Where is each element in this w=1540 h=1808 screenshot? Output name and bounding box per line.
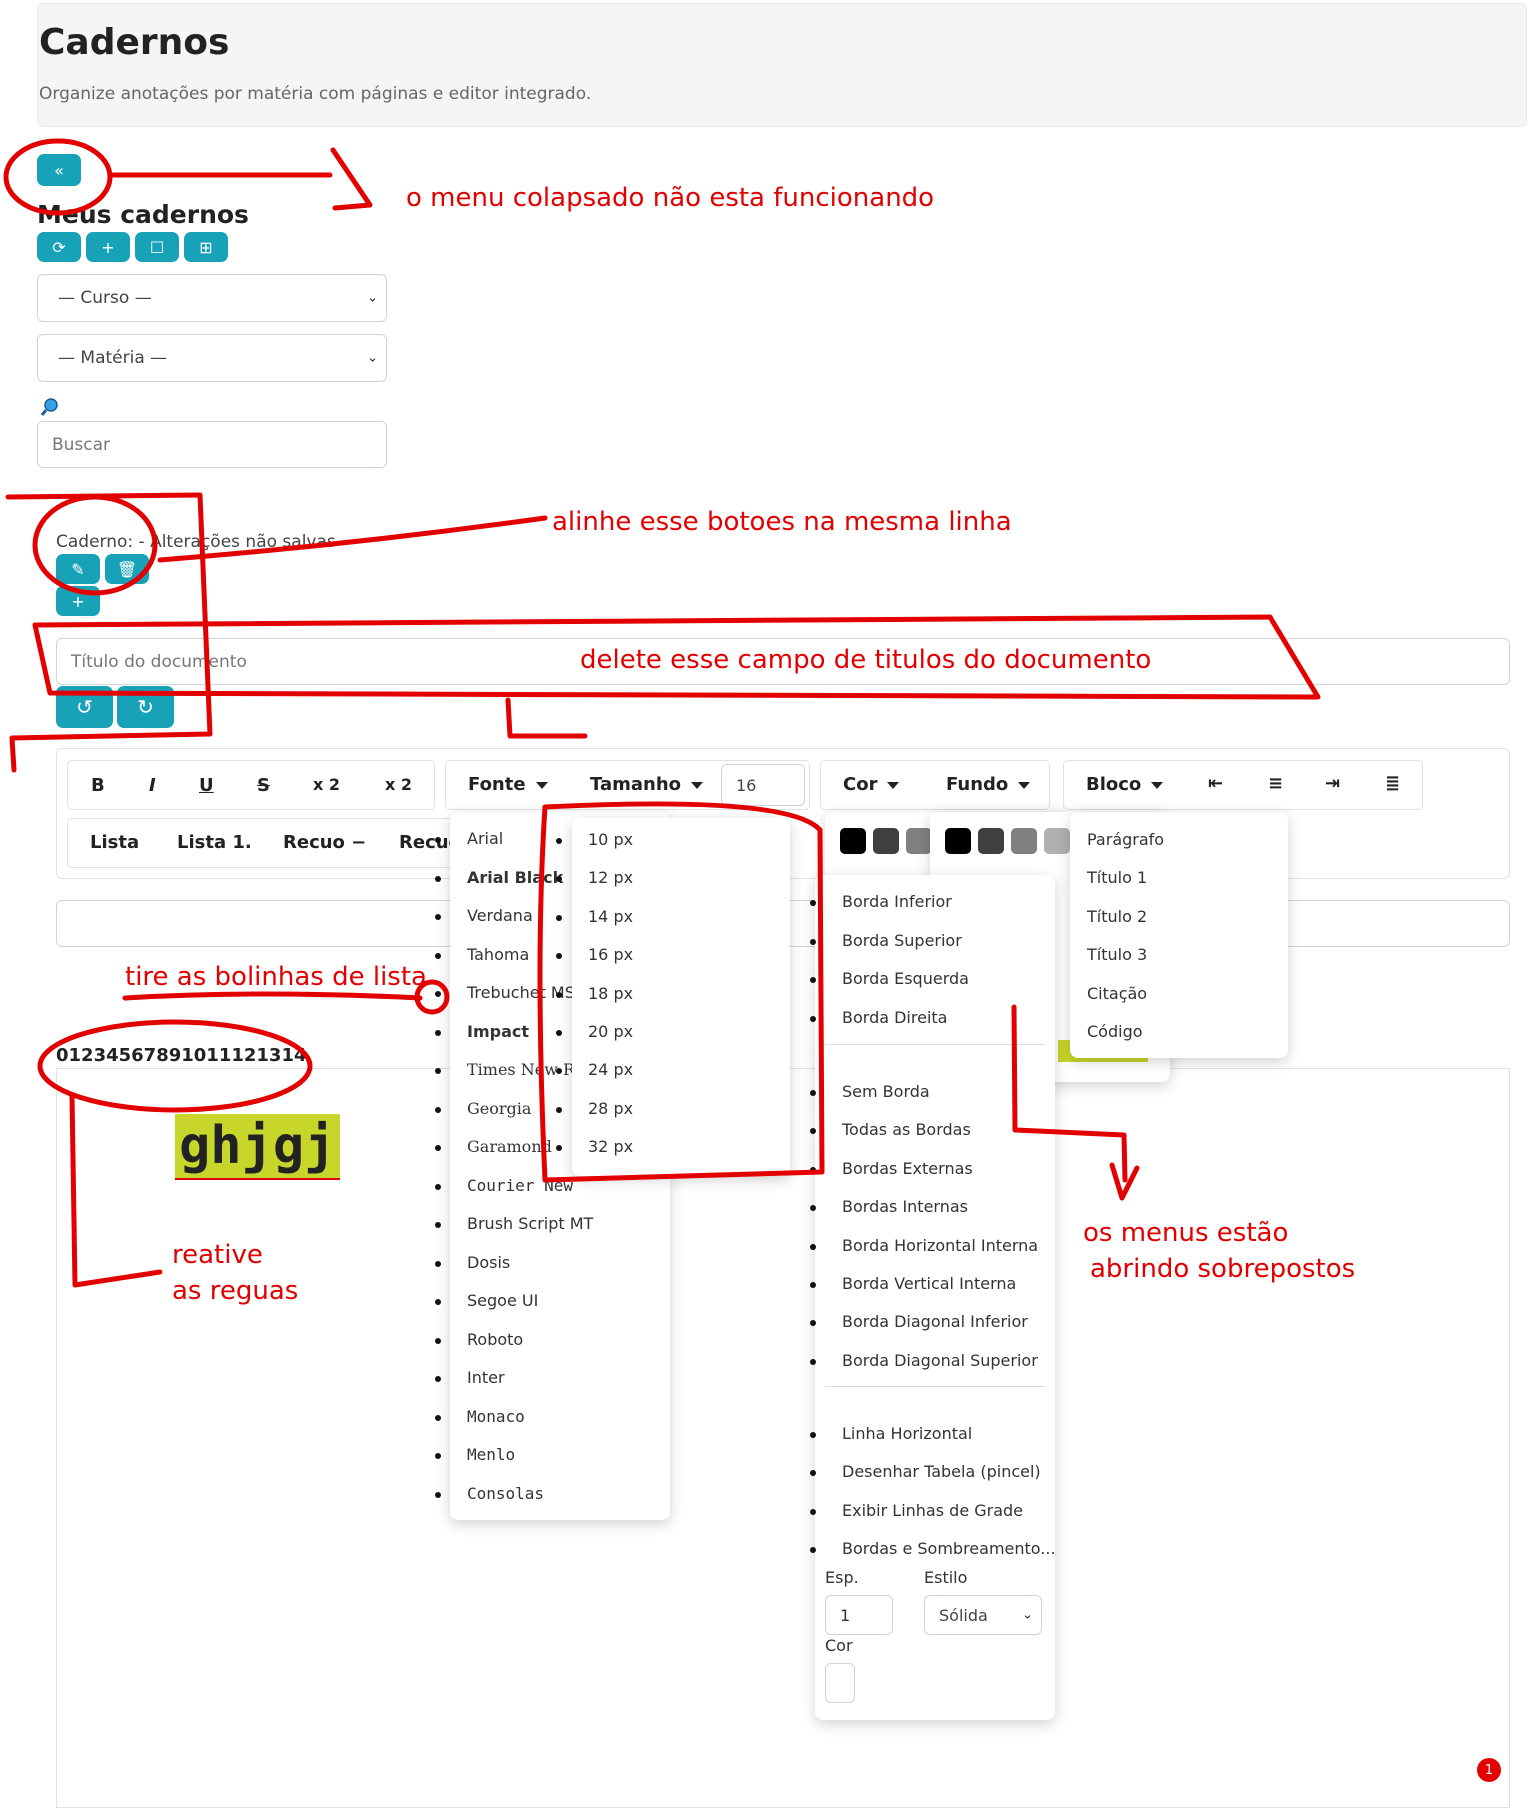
annotation-delete: delete esse campo de titulos do document… bbox=[580, 645, 1152, 675]
annotation-align: alinhe esse botoes na mesma linha bbox=[552, 507, 1012, 537]
annotation-strokes bbox=[3, 138, 1321, 1288]
annotation-rulers-1: reative bbox=[172, 1240, 263, 1270]
annotation-rulers-2: as reguas bbox=[172, 1276, 299, 1306]
annotation-bullets: tire as bolinhas de lista bbox=[125, 962, 427, 992]
annotation-menus-2: abrindo sobrepostos bbox=[1090, 1254, 1356, 1284]
annotation-menus-1: os menus estão bbox=[1083, 1218, 1289, 1248]
annotation-menu: o menu colapsado não esta funcionando bbox=[406, 183, 935, 213]
